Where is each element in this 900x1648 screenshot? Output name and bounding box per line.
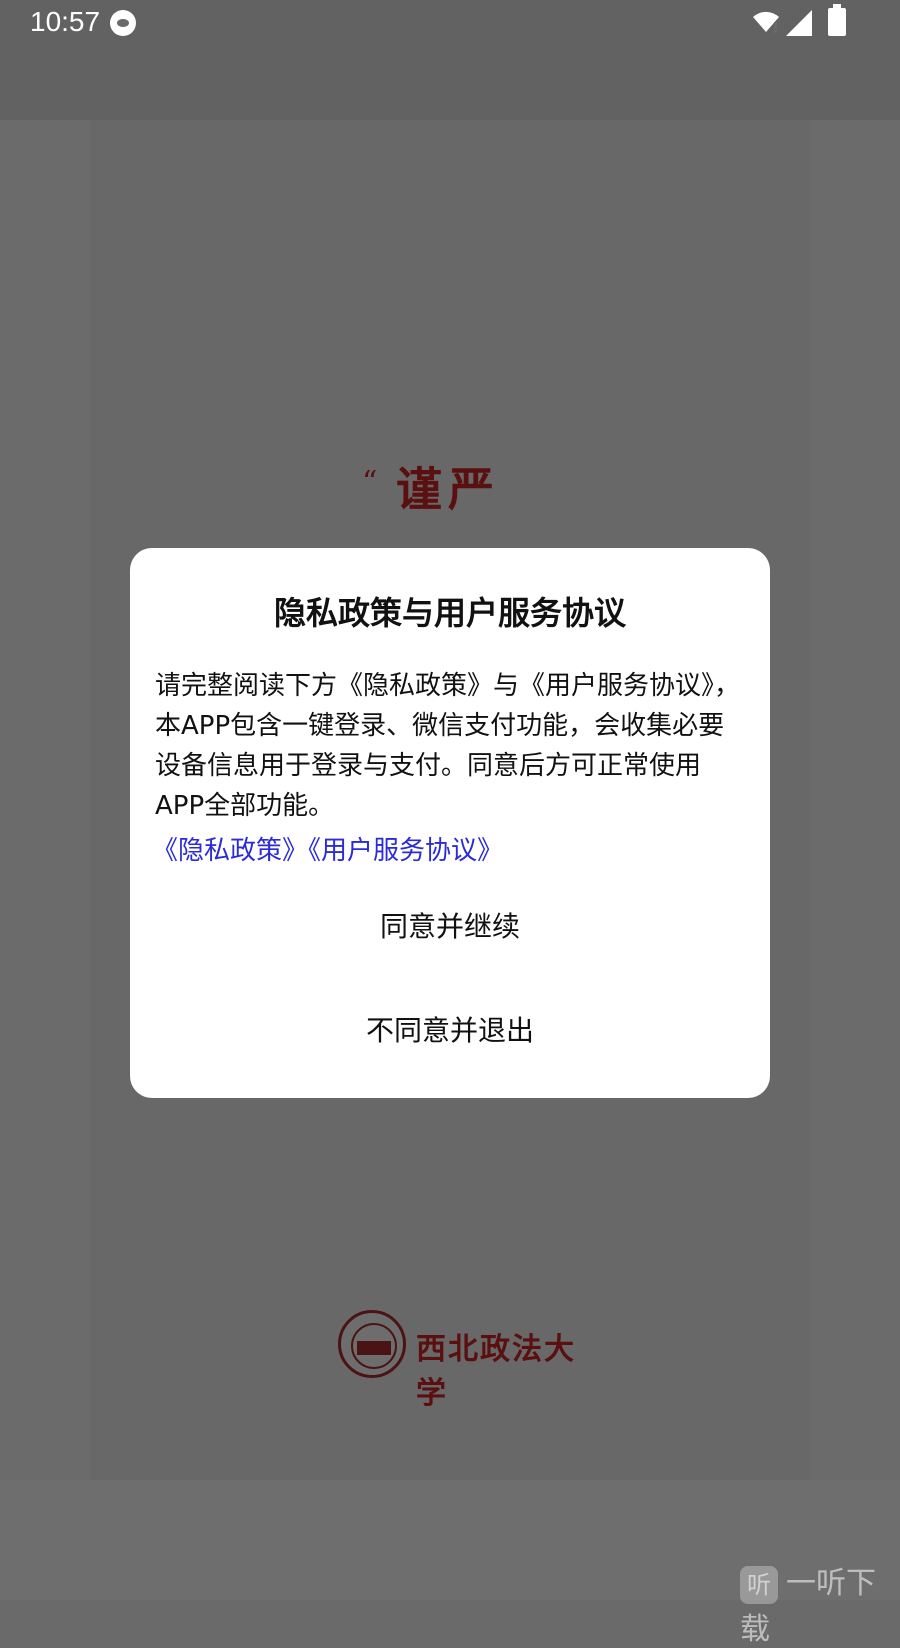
cat-notification-icon: [110, 10, 136, 36]
status-time: 10:57: [30, 6, 101, 37]
university-logo: 西北政法大学: [338, 1310, 598, 1411]
signal-icon: [786, 10, 812, 36]
motto-quote-mark: “: [362, 465, 378, 500]
battery-charging-icon: [828, 4, 846, 36]
status-bar: 10:57: [0, 0, 900, 46]
disagree-button[interactable]: 不同意并退出: [130, 1004, 770, 1054]
dialog-body: 请完整阅读下方《隐私政策》与《用户服务协议》，本APP包含一键登录、微信支付功能…: [155, 671, 741, 821]
watermark-icon: 听: [740, 1565, 778, 1604]
watermark: 听一听下载: [740, 1558, 900, 1647]
wifi-icon: [753, 11, 779, 33]
university-name: 西北政法大学: [416, 1332, 576, 1411]
privacy-dialog: 隐私政策与用户服务协议 请完整阅读下方《隐私政策》与《用户服务协议》，本APP包…: [130, 548, 770, 1098]
privacy-policy-link[interactable]: 《隐私政策》: [152, 836, 308, 866]
university-seal-icon: [338, 1310, 406, 1378]
policy-links: 《隐私政策》《用户服务协议》: [152, 830, 503, 867]
motto-text: 严谨: [389, 465, 495, 511]
agree-button[interactable]: 同意并继续: [130, 900, 770, 950]
dialog-title: 隐私政策与用户服务协议: [273, 594, 626, 632]
user-agreement-link[interactable]: 《用户服务协议》: [308, 836, 503, 866]
